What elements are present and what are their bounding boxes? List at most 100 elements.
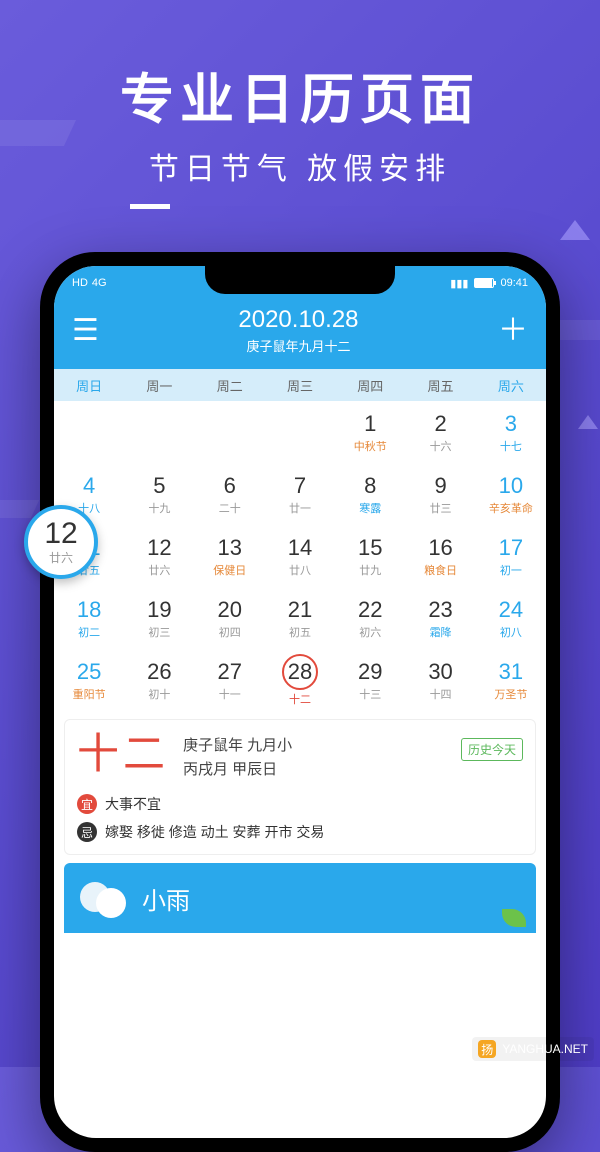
day-sublabel: 初八	[500, 624, 522, 640]
weekday-label: 周一	[124, 376, 194, 395]
daily-almanac-card[interactable]: 十二 庚子鼠年 九月小 丙戌月 甲辰日 历史今天 宜 大事不宜 忌 嫁娶 移徙 …	[64, 719, 536, 855]
day-number: 18	[77, 597, 101, 623]
day-number: 8	[364, 473, 376, 499]
calendar-day-cell[interactable]: 12廿六	[124, 525, 194, 587]
day-number: 29	[358, 659, 382, 685]
calendar-day-cell[interactable]: 5十九	[124, 463, 194, 525]
day-sublabel: 十七	[500, 438, 522, 454]
day-sublabel: 万圣节	[494, 686, 527, 702]
day-sublabel: 初五	[289, 624, 311, 640]
weekday-label: 周五	[405, 376, 475, 395]
header-date-picker[interactable]: 2020.10.28 庚子鼠年九月十二	[238, 306, 358, 355]
calendar-day-cell[interactable]: 25重阳节	[54, 649, 124, 711]
day-sublabel: 粮食日	[424, 562, 457, 578]
calendar-day-cell[interactable]: 24初八	[476, 587, 546, 649]
ji-text: 嫁娶 移徙 修造 动土 安葬 开市 交易	[105, 822, 324, 842]
day-number: 31	[499, 659, 523, 685]
add-event-button[interactable]: ＋	[498, 316, 528, 346]
day-number: 6	[224, 473, 236, 499]
signal-icon: ▮▮▮	[450, 277, 468, 290]
status-time: 09:41	[500, 277, 528, 289]
calendar-day-cell[interactable]: 3十七	[476, 401, 546, 463]
app-header: ☰ 2020.10.28 庚子鼠年九月十二 ＋	[54, 300, 546, 369]
marketing-subtitle: 节日节气 放假安排	[0, 144, 600, 188]
calendar-day-cell[interactable]: 29十三	[335, 649, 405, 711]
marketing-header: 专业日历页面 节日节气 放假安排	[0, 0, 600, 224]
weekday-label: 周四	[335, 376, 405, 395]
calendar-day-cell[interactable]: 9廿三	[405, 463, 475, 525]
calendar-day-cell[interactable]: 21初五	[265, 587, 335, 649]
ganzhi-line1: 庚子鼠年 九月小	[183, 734, 292, 758]
day-number: 13	[217, 535, 241, 561]
day-sublabel: 初三	[148, 624, 170, 640]
day-number: 27	[217, 659, 241, 685]
phone-screen: HD 4G ▮▮▮ 09:41 ☰ 2020.10.28 庚子鼠年九月十二 ＋ …	[54, 266, 546, 1138]
calendar-day-cell[interactable]: 6二十	[195, 463, 265, 525]
weekday-label: 周日	[54, 376, 124, 395]
day-sublabel: 十一	[219, 686, 241, 702]
calendar-day-cell[interactable]: 19初三	[124, 587, 194, 649]
ganzhi-line2: 丙戌月 甲辰日	[183, 758, 292, 782]
day-number: 9	[434, 473, 446, 499]
phone-frame: HD 4G ▮▮▮ 09:41 ☰ 2020.10.28 庚子鼠年九月十二 ＋ …	[40, 252, 560, 1152]
calendar-day-cell	[124, 401, 194, 463]
calendar-grid: 1中秋节2十六3十七4十八5十九6二十7廿一8寒露9廿三10辛亥革命11廿五12…	[54, 401, 546, 711]
calendar-day-cell[interactable]: 13保健日	[195, 525, 265, 587]
calendar-day-cell[interactable]: 14廿八	[265, 525, 335, 587]
calendar-day-cell[interactable]: 16粮食日	[405, 525, 475, 587]
calendar-day-cell[interactable]: 22初六	[335, 587, 405, 649]
day-number: 17	[499, 535, 523, 561]
day-number: 4	[83, 473, 95, 499]
calendar-day-cell[interactable]: 7廿一	[265, 463, 335, 525]
calendar-day-cell[interactable]: 17初一	[476, 525, 546, 587]
day-sublabel: 十三	[359, 686, 381, 702]
calendar-day-cell[interactable]: 8寒露	[335, 463, 405, 525]
calendar-day-cell[interactable]: 28十二	[265, 649, 335, 711]
weekday-label: 周六	[476, 376, 546, 395]
day-sublabel: 廿九	[359, 562, 381, 578]
calendar-day-cell	[195, 401, 265, 463]
calendar-day-cell[interactable]: 23霜降	[405, 587, 475, 649]
day-number: 12	[147, 535, 171, 561]
calendar-day-cell[interactable]: 10辛亥革命	[476, 463, 546, 525]
day-sublabel: 二十	[219, 500, 241, 516]
day-sublabel: 十六	[430, 438, 452, 454]
calendar-day-cell[interactable]: 27十一	[195, 649, 265, 711]
calendar-day-cell[interactable]: 2十六	[405, 401, 475, 463]
calendar-day-cell[interactable]: 30十四	[405, 649, 475, 711]
day-number: 28	[282, 654, 318, 690]
day-number: 30	[428, 659, 452, 685]
day-sublabel: 廿八	[289, 562, 311, 578]
calendar-day-cell[interactable]: 26初十	[124, 649, 194, 711]
day-number: 3	[505, 411, 517, 437]
underline-decor	[130, 204, 170, 209]
day-sublabel: 重阳节	[73, 686, 106, 702]
day-number: 23	[428, 597, 452, 623]
day-sublabel: 十四	[430, 686, 452, 702]
day-number: 7	[294, 473, 306, 499]
calendar-day-cell[interactable]: 15廿九	[335, 525, 405, 587]
header-date: 2020.10.28	[238, 306, 358, 334]
ganzhi-info: 庚子鼠年 九月小 丙戌月 甲辰日	[183, 734, 292, 782]
day-sublabel: 廿六	[148, 562, 170, 578]
calendar-day-cell[interactable]: 31万圣节	[476, 649, 546, 711]
day-sublabel: 初一	[500, 562, 522, 578]
day-sublabel: 初六	[359, 624, 381, 640]
day-sublabel: 初四	[219, 624, 241, 640]
calendar-day-cell[interactable]: 1中秋节	[335, 401, 405, 463]
phone-notch	[205, 266, 395, 294]
calendar-day-cell[interactable]: 18初二	[54, 587, 124, 649]
day-number: 1	[364, 411, 376, 437]
menu-icon[interactable]: ☰	[72, 316, 99, 346]
badge-sub: 廿六	[49, 549, 73, 566]
day-number: 26	[147, 659, 171, 685]
day-sublabel: 廿一	[289, 500, 311, 516]
day-number: 25	[77, 659, 101, 685]
history-today-button[interactable]: 历史今天	[461, 738, 523, 761]
watermark-icon: 扬	[478, 1040, 496, 1058]
day-sublabel: 十二	[289, 691, 311, 707]
ji-badge: 忌	[77, 822, 97, 842]
day-number: 20	[217, 597, 241, 623]
calendar-day-cell[interactable]: 20初四	[195, 587, 265, 649]
weather-card[interactable]: 小雨	[64, 863, 536, 933]
